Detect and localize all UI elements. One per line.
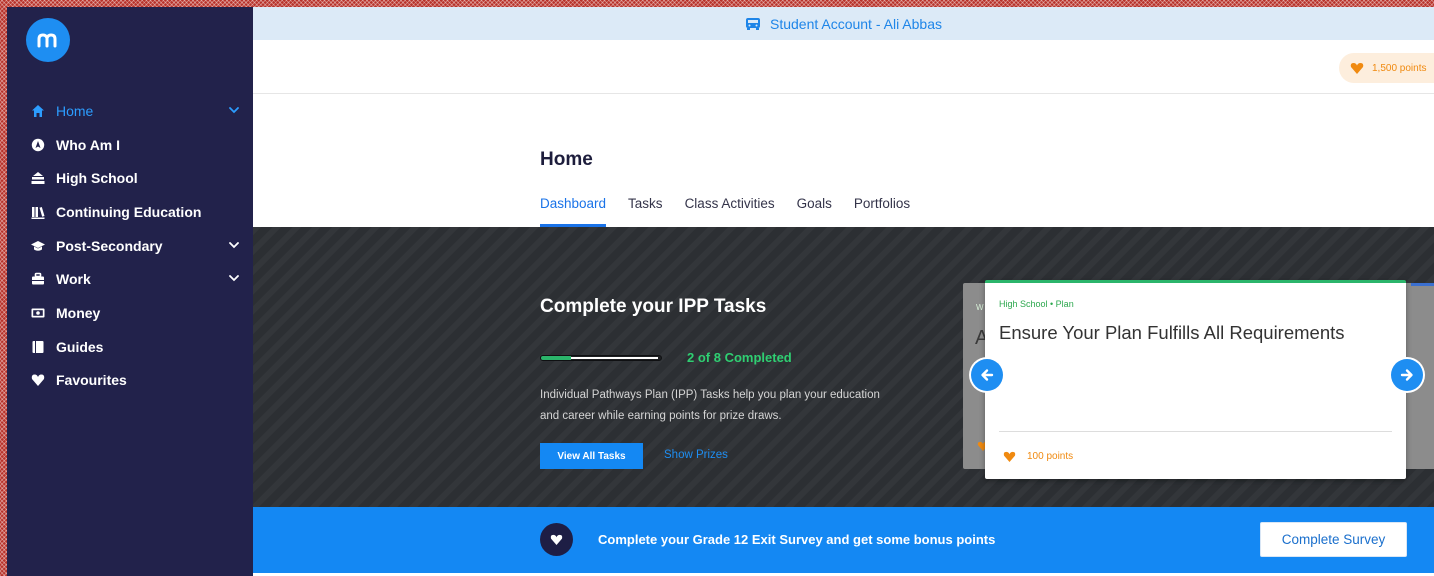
sidebar-item-high-school[interactable]: High School (7, 161, 253, 195)
sidebar-item-favourites[interactable]: Favourites (7, 364, 253, 398)
page-title: Home (540, 149, 593, 170)
briefcase-icon (31, 272, 45, 286)
graduation-cap-icon (31, 239, 45, 253)
complete-survey-button[interactable]: Complete Survey (1260, 522, 1407, 557)
sidebar-item-work[interactable]: Work (7, 262, 253, 296)
carousel-prev-button[interactable] (971, 359, 1003, 391)
progress-remaining (571, 357, 658, 359)
books-icon (31, 205, 45, 219)
tab-bar: Dashboard Tasks Class Activities Goals Portf… (540, 194, 932, 227)
sidebar-item-label: Work (56, 271, 91, 288)
carousel-next-button[interactable] (1391, 359, 1423, 391)
sidebar-item-continuing-education[interactable]: Continuing Education (7, 195, 253, 229)
sidebar-item-label: Continuing Education (56, 203, 202, 220)
chevron-down-icon[interactable] (228, 273, 239, 284)
ipp-progress-bar (540, 355, 662, 361)
account-banner-text: Student Account - Ali Abbas (769, 15, 942, 32)
task-card[interactable]: High School • Plan Ensure Your Plan Fulf… (985, 280, 1406, 479)
sidebar-item-label: Favourites (56, 372, 127, 389)
tab-portfolios[interactable]: Portfolios (854, 194, 910, 227)
arrow-right-icon (1400, 369, 1413, 381)
sidebar-item-label: Guides (56, 338, 104, 355)
sidebar-item-guides[interactable]: Guides (7, 330, 253, 364)
task-card-category: High School • Plan (999, 299, 1074, 309)
survey-heart-icon (540, 523, 573, 556)
sidebar-item-label: Who Am I (56, 136, 121, 153)
heart-icon (550, 534, 563, 545)
account-banner: Student Account - Ali Abbas (253, 7, 1434, 40)
heart-icon (31, 373, 45, 387)
sidebar-item-home[interactable]: Home (7, 94, 253, 128)
bus-icon (745, 17, 760, 30)
survey-text: Complete your Grade 12 Exit Survey and g… (598, 532, 996, 547)
app-window: Home Who Am I High School Continuing Educat… (7, 7, 1434, 576)
heart-icon (1350, 63, 1364, 74)
guide-book-icon (31, 340, 45, 354)
card-divider (999, 431, 1392, 432)
sidebar: Home Who Am I High School Continuing Educat… (7, 7, 253, 576)
tab-goals[interactable]: Goals (797, 194, 832, 227)
heart-icon (1003, 451, 1016, 462)
sidebar-item-label: Post-Secondary (56, 237, 163, 254)
ipp-hero: Complete your IPP Tasks 2 of 8 Completed… (253, 227, 1434, 507)
top-bar: 1,500 points (253, 40, 1434, 94)
survey-banner: Complete your Grade 12 Exit Survey and g… (253, 507, 1434, 573)
logo-icon (37, 33, 57, 48)
task-card-title: Ensure Your Plan Fulfills All Requiremen… (999, 322, 1345, 343)
tab-class-activities[interactable]: Class Activities (685, 194, 775, 227)
sidebar-item-label: Money (56, 304, 101, 321)
previous-card-category: W (976, 303, 984, 312)
chevron-down-icon[interactable] (228, 240, 239, 251)
hero-title: Complete your IPP Tasks (540, 296, 767, 317)
next-card-accent (1411, 283, 1434, 286)
money-icon (31, 306, 45, 320)
sidebar-nav: Home Who Am I High School Continuing Educat… (7, 94, 253, 397)
arrow-left-icon (981, 369, 994, 381)
home-icon (31, 104, 45, 118)
points-badge[interactable]: 1,500 points (1339, 53, 1434, 83)
sidebar-item-post-secondary[interactable]: Post-Secondary (7, 229, 253, 263)
hero-description: Individual Pathways Plan (IPP) Tasks hel… (540, 389, 880, 422)
sidebar-item-label: High School (56, 170, 138, 187)
progress-fill (541, 356, 571, 360)
tab-dashboard[interactable]: Dashboard (540, 194, 607, 227)
progress-text: 2 of 8 Completed (687, 350, 792, 365)
view-all-tasks-button[interactable]: View All Tasks (540, 443, 643, 469)
sidebar-item-money[interactable]: Money (7, 296, 253, 330)
points-label: 1,500 points (1372, 62, 1427, 74)
logo[interactable] (26, 18, 70, 62)
chevron-down-icon[interactable] (228, 105, 239, 116)
sidebar-item-who-am-i[interactable]: Who Am I (7, 128, 253, 162)
task-card-points: 100 points (1003, 451, 1073, 462)
school-icon (31, 171, 45, 185)
compass-icon (31, 138, 45, 152)
task-card-points-label: 100 points (1027, 451, 1074, 462)
sidebar-item-label: Home (56, 102, 94, 119)
show-prizes-link[interactable]: Show Prizes (664, 449, 728, 461)
tab-tasks[interactable]: Tasks (628, 194, 663, 227)
